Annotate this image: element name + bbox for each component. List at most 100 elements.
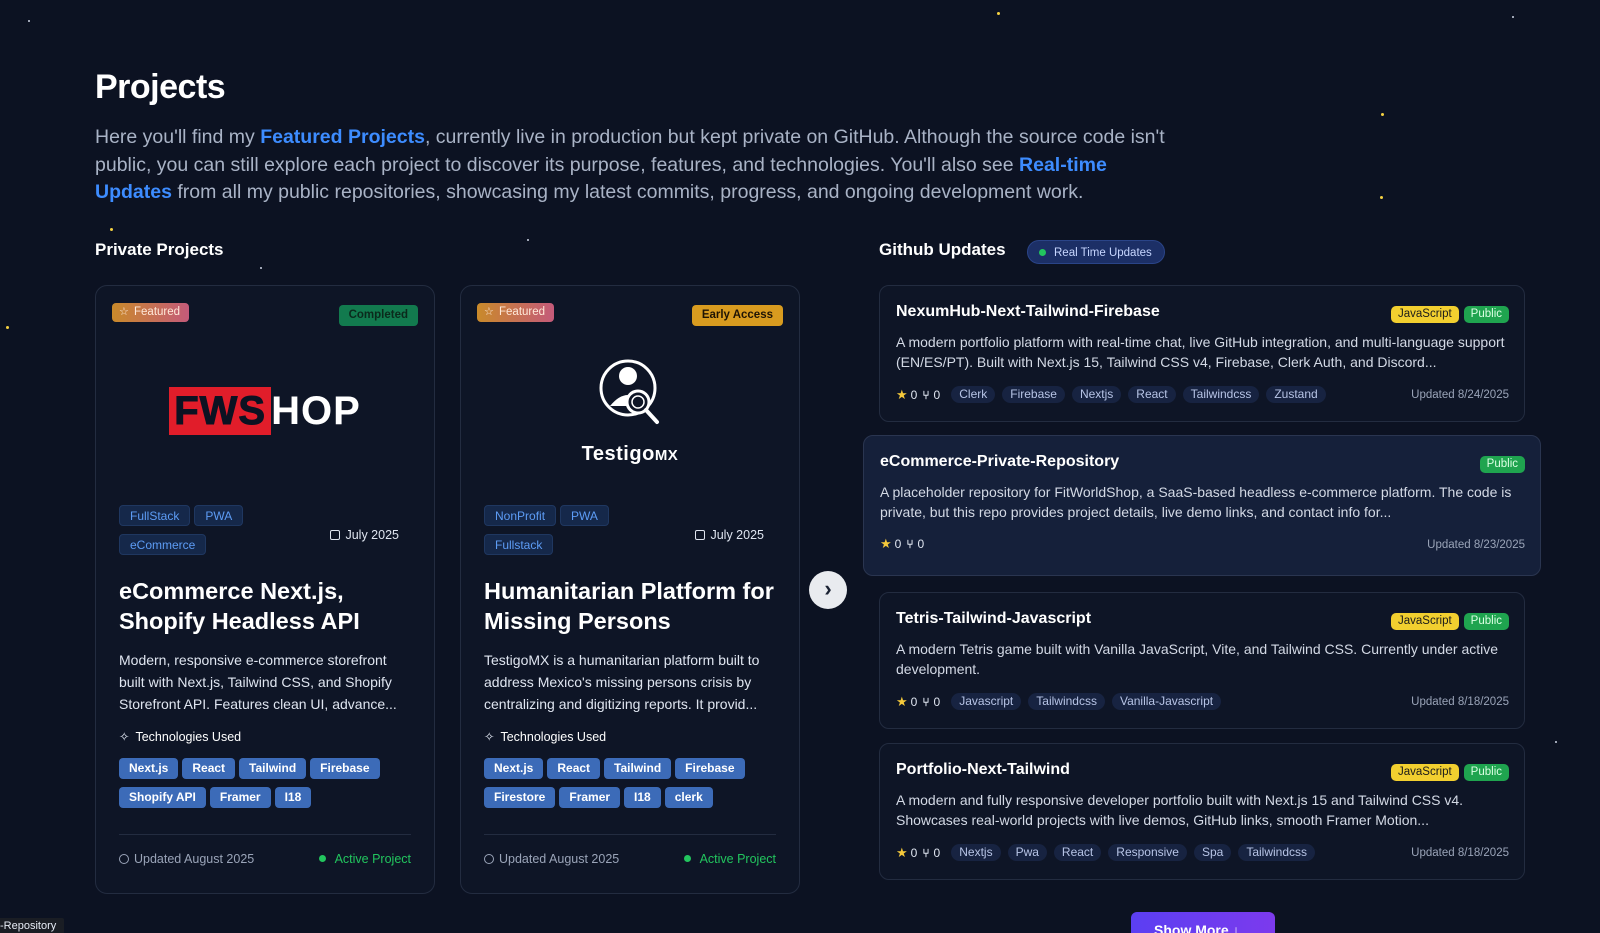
chevron-right-icon: › bbox=[824, 576, 832, 601]
repo-card[interactable]: Tetris-Tailwind-Javascript JavaScript Pub… bbox=[879, 592, 1525, 729]
project-date: July 2025 bbox=[695, 528, 764, 542]
star-count: 0 bbox=[910, 845, 918, 860]
sparkles-icon: ✧ bbox=[484, 730, 495, 744]
repo-name[interactable]: Portfolio-Next-Tailwind bbox=[896, 761, 1070, 779]
show-more-button[interactable]: Show More ↓ bbox=[1131, 912, 1275, 933]
fork-icon: ⑂ bbox=[906, 537, 914, 551]
background-star bbox=[1512, 16, 1514, 18]
fork-count: 0 bbox=[933, 845, 941, 860]
background-star bbox=[260, 267, 262, 269]
language-badge: JavaScript bbox=[1390, 764, 1459, 781]
realtime-updates-badge: Real Time Updates bbox=[1027, 240, 1165, 264]
language-badge: JavaScript bbox=[1390, 613, 1459, 630]
category-tag: eCommerce bbox=[119, 534, 207, 555]
project-title[interactable]: eCommerce Next.js, Shopify Headless API bbox=[119, 576, 419, 636]
project-card[interactable]: ☆ Featured Early Access TestigoMX NonProf… bbox=[460, 285, 800, 894]
star-count: 0 bbox=[894, 537, 902, 551]
category-tag: Fullstack bbox=[484, 534, 554, 555]
tech-tags: Next.js React Tailwind Firebase Shopify API… bbox=[119, 758, 419, 816]
next-project-button[interactable]: › bbox=[809, 571, 847, 609]
repo-meta: ★ 0 ⑂ 0 Nextjs Pwa React Responsive Spa Tailwin… bbox=[896, 844, 1316, 861]
intro-text: Here you'll find my Featured Projects, c… bbox=[95, 126, 1165, 203]
project-logo: FWS HOP bbox=[96, 346, 434, 476]
topic-tag[interactable]: Nextjs bbox=[951, 844, 1001, 861]
project-card[interactable]: ☆ Featured Completed FWS HOP FullStack PWA … bbox=[95, 285, 435, 894]
background-star bbox=[6, 326, 9, 329]
active-dot-icon bbox=[683, 855, 691, 862]
background-star bbox=[1381, 113, 1384, 116]
github-updates-heading: Github Updates bbox=[879, 240, 1006, 259]
page-title: Projects bbox=[95, 68, 226, 106]
repo-updated: Updated 8/23/2025 bbox=[1427, 539, 1525, 551]
background-star bbox=[997, 12, 1000, 15]
tech-tag: clerk bbox=[664, 787, 713, 808]
topic-tag[interactable]: Nextjs bbox=[1071, 386, 1122, 403]
topic-tag[interactable]: Tailwindcss bbox=[1238, 844, 1316, 861]
visibility-badge: Public bbox=[1479, 456, 1525, 473]
repo-updated: Updated 8/24/2025 bbox=[1411, 389, 1509, 401]
updated-label: Updated August 2025 bbox=[119, 852, 254, 866]
tooltip: -Repository bbox=[0, 918, 65, 933]
tech-tag: Framer bbox=[559, 787, 621, 808]
tech-tag: Firebase bbox=[310, 758, 380, 779]
star-icon: ★ bbox=[896, 844, 908, 860]
repo-name[interactable]: NexumHub-Next-Tailwind-Firebase bbox=[896, 303, 1160, 321]
background-star bbox=[28, 20, 30, 22]
star-outline-icon: ☆ bbox=[119, 306, 129, 318]
repo-name[interactable]: Tetris-Tailwind-Javascript bbox=[896, 610, 1091, 628]
repo-card[interactable]: NexumHub-Next-Tailwind-Firebase JavaScri… bbox=[879, 285, 1525, 422]
tech-tag: I18 bbox=[274, 787, 312, 808]
featured-badge: ☆ Featured bbox=[477, 303, 555, 322]
repo-name[interactable]: eCommerce-Private-Repository bbox=[880, 453, 1119, 471]
topic-tag[interactable]: Tailwindcss bbox=[1028, 693, 1105, 710]
topic-tag[interactable]: Javascript bbox=[951, 693, 1022, 710]
live-dot-icon bbox=[1039, 249, 1046, 256]
topic-tag[interactable]: Firebase bbox=[1002, 386, 1065, 403]
star-icon: ★ bbox=[896, 386, 908, 402]
tech-tag: Shopify API bbox=[119, 787, 206, 808]
repo-card[interactable]: Portfolio-Next-Tailwind JavaScript Public… bbox=[879, 743, 1525, 880]
card-divider bbox=[119, 834, 411, 835]
project-title[interactable]: Humanitarian Platform for Missing Person… bbox=[484, 576, 784, 636]
fork-icon: ⑂ bbox=[922, 694, 930, 709]
tech-tag: Next.js bbox=[119, 758, 179, 779]
topic-tag[interactable]: Tailwindcss bbox=[1182, 386, 1260, 403]
fork-icon: ⑂ bbox=[922, 845, 930, 860]
topic-list: Nextjs Pwa React Responsive Spa Tailwindcss bbox=[944, 844, 1316, 861]
topic-tag[interactable]: React bbox=[1128, 386, 1176, 403]
repo-description: A modern portfolio platform with real-ti… bbox=[896, 334, 1505, 370]
category-tag: PWA bbox=[560, 505, 609, 526]
tech-label: ✧ Technologies Used bbox=[119, 730, 242, 744]
repo-updated: Updated 8/18/2025 bbox=[1411, 847, 1509, 859]
category-tags: FullStack PWA eCommerce bbox=[119, 505, 319, 563]
repo-card[interactable]: eCommerce-Private-Repository Public A pl… bbox=[863, 435, 1541, 576]
status-badge: Completed bbox=[338, 305, 418, 326]
topic-tag[interactable]: Vanilla-Javascript bbox=[1111, 693, 1222, 710]
category-tag: PWA bbox=[194, 505, 244, 526]
updated-label: Updated August 2025 bbox=[484, 852, 619, 866]
calendar-icon bbox=[695, 530, 706, 540]
tech-tag: Tailwind bbox=[239, 758, 307, 779]
topic-tag[interactable]: Responsive bbox=[1108, 844, 1187, 861]
project-date: July 2025 bbox=[330, 528, 399, 542]
topic-tag[interactable]: Zustand bbox=[1266, 386, 1326, 403]
visibility-badge: Public bbox=[1463, 306, 1509, 323]
visibility-badge: Public bbox=[1463, 764, 1509, 781]
private-projects-heading: Private Projects bbox=[95, 240, 224, 259]
person-search-icon bbox=[599, 359, 659, 424]
project-description: TestigoMX is a humanitarian platform bui… bbox=[484, 652, 760, 712]
tech-tag: React bbox=[547, 758, 601, 779]
repo-badges: JavaScript Public bbox=[1386, 304, 1509, 323]
card-divider bbox=[484, 834, 776, 835]
repo-description: A modern Tetris game built with Vanilla … bbox=[896, 641, 1499, 677]
star-icon: ★ bbox=[880, 536, 892, 551]
clock-icon bbox=[484, 854, 494, 864]
background-star bbox=[1380, 196, 1383, 199]
star-count: 0 bbox=[910, 694, 918, 709]
topic-tag[interactable]: React bbox=[1053, 844, 1102, 861]
topic-tag[interactable]: Spa bbox=[1193, 844, 1232, 861]
topic-tag[interactable]: Pwa bbox=[1007, 844, 1047, 861]
topic-tag[interactable]: Clerk bbox=[951, 386, 996, 403]
tech-tag: React bbox=[182, 758, 236, 779]
repo-badges: Public bbox=[1475, 454, 1525, 473]
